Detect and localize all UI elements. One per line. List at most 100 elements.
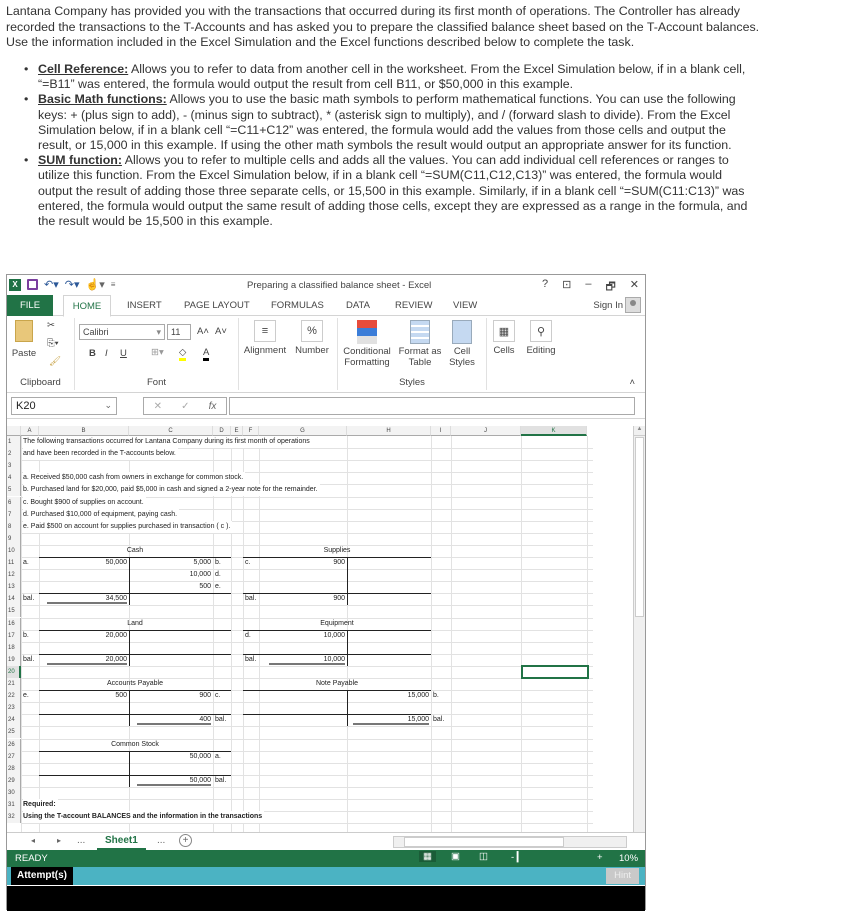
format-as-table-button[interactable]: Format as Table	[398, 320, 442, 368]
bold-button[interactable]: B	[89, 348, 96, 359]
column-header-g[interactable]: G	[259, 426, 347, 436]
row-header-9[interactable]: 9	[7, 532, 21, 545]
paste-button[interactable]: Paste	[11, 320, 37, 359]
cancel-icon[interactable]: ✕	[154, 401, 162, 412]
row-header-20[interactable]: 20	[7, 665, 21, 678]
row-header-14[interactable]: 14	[7, 593, 21, 606]
row-header-17[interactable]: 17	[7, 629, 21, 642]
customize-toolbar-icon[interactable]: ≡	[111, 280, 116, 289]
next-sheet-icon[interactable]: ▸	[57, 836, 61, 845]
alignment-button[interactable]: ≡ Alignment	[241, 320, 289, 356]
formula-input[interactable]	[229, 397, 635, 415]
zoom-level[interactable]: 10%	[619, 853, 638, 864]
selected-cell-k20[interactable]	[521, 664, 589, 679]
fill-color-icon[interactable]: ◇	[179, 347, 187, 361]
tab-review[interactable]: REVIEW	[395, 295, 432, 316]
hint-button[interactable]: Hint	[606, 868, 639, 884]
grow-font-icon[interactable]: A˄	[197, 326, 209, 337]
font-name-dropdown[interactable]: Calibri ▾	[79, 324, 165, 340]
row-header-19[interactable]: 19	[7, 653, 21, 666]
row-header-1[interactable]: 1	[7, 436, 21, 449]
column-header-f[interactable]: F	[243, 426, 259, 436]
normal-view-icon[interactable]: ▦	[419, 851, 436, 862]
tab-file[interactable]: FILE	[7, 295, 53, 316]
borders-icon[interactable]: ⊞▾	[151, 347, 164, 358]
row-header-24[interactable]: 24	[7, 714, 21, 727]
horizontal-scroll-thumb[interactable]	[404, 837, 564, 847]
sign-in[interactable]: Sign In	[593, 297, 641, 313]
row-header-7[interactable]: 7	[7, 508, 21, 521]
column-header-b[interactable]: B	[39, 426, 129, 436]
row-header-29[interactable]: 29	[7, 774, 21, 787]
row-header-2[interactable]: 2	[7, 448, 21, 461]
row-header-30[interactable]: 30	[7, 786, 21, 799]
row-header-15[interactable]: 15	[7, 605, 21, 618]
row-header-22[interactable]: 22	[7, 690, 21, 703]
cells-button[interactable]: ▦ Cells	[489, 320, 519, 356]
row-header-8[interactable]: 8	[7, 520, 21, 533]
row-header-27[interactable]: 27	[7, 750, 21, 763]
worksheet-grid[interactable]: A B C D E F G H I J K 1 2 3 4 5 6 7 8 9 10 11 12 13 14 15 16 17 18 19…	[7, 426, 637, 832]
row-header-21[interactable]: 21	[7, 678, 21, 691]
undo-icon[interactable]: ↶▾	[44, 278, 59, 291]
insert-function-icon[interactable]: fx	[209, 401, 217, 412]
page-layout-view-icon[interactable]: ▣	[451, 851, 460, 862]
horizontal-scrollbar[interactable]	[393, 836, 627, 848]
column-header-j[interactable]: J	[451, 426, 521, 436]
row-header-32[interactable]: 32	[7, 811, 21, 824]
row-header-11[interactable]: 11	[7, 557, 21, 570]
row-header-3[interactable]: 3	[7, 460, 21, 473]
font-size-dropdown[interactable]: 11	[167, 324, 191, 340]
redo-icon[interactable]: ↷▾	[65, 278, 80, 291]
font-color-icon[interactable]: A	[203, 347, 210, 361]
cut-icon[interactable]: ✂	[47, 320, 55, 331]
zoom-slider[interactable]: - ▎	[511, 852, 524, 863]
row-header-12[interactable]: 12	[7, 569, 21, 582]
row-header-10[interactable]: 10	[7, 544, 21, 557]
row-header-26[interactable]: 26	[7, 738, 21, 751]
column-header-a[interactable]: A	[21, 426, 39, 436]
column-header-e[interactable]: E	[231, 426, 243, 436]
editing-button[interactable]: ⚲ Editing	[521, 320, 561, 356]
cell-styles-button[interactable]: Cell Styles	[444, 320, 480, 368]
underline-button[interactable]: U	[120, 348, 127, 359]
row-header-4[interactable]: 4	[7, 472, 21, 485]
tab-page-layout[interactable]: PAGE LAYOUT	[184, 295, 250, 316]
row-header-25[interactable]: 25	[7, 726, 21, 739]
tab-insert[interactable]: INSERT	[127, 295, 162, 316]
name-box[interactable]: K20 ⌄	[11, 397, 117, 415]
scroll-up-icon[interactable]: ▲	[634, 426, 645, 436]
row-header-16[interactable]: 16	[7, 617, 21, 630]
copy-icon[interactable]: ⎘▾	[47, 338, 59, 349]
row-header-6[interactable]: 6	[7, 496, 21, 509]
italic-button[interactable]: I	[105, 348, 108, 359]
column-header-h[interactable]: H	[347, 426, 431, 436]
column-header-d[interactable]: D	[213, 426, 231, 436]
touch-mode-icon[interactable]: ☝▾	[86, 278, 105, 291]
column-header-i[interactable]: I	[431, 426, 451, 436]
page-break-view-icon[interactable]: ◫	[479, 851, 488, 862]
column-header-k[interactable]: K	[521, 426, 587, 436]
format-painter-icon[interactable]: 🖌	[49, 356, 61, 367]
sheet-tab-sheet1[interactable]: Sheet1	[97, 833, 146, 850]
row-header-28[interactable]: 28	[7, 762, 21, 775]
select-all-corner[interactable]	[7, 426, 21, 436]
save-icon[interactable]	[27, 279, 38, 290]
row-header-31[interactable]: 31	[7, 799, 21, 812]
conditional-formatting-button[interactable]: Conditional Formatting	[340, 320, 394, 368]
add-sheet-icon[interactable]: +	[179, 834, 192, 847]
row-header-5[interactable]: 5	[7, 484, 21, 497]
prev-sheet-icon[interactable]: ◂	[31, 836, 35, 845]
zoom-in-icon[interactable]: +	[597, 852, 603, 863]
row-header-23[interactable]: 23	[7, 702, 21, 715]
scroll-thumb[interactable]	[635, 437, 644, 617]
tab-formulas[interactable]: FORMULAS	[271, 295, 324, 316]
more-sheets-left[interactable]: ...	[77, 835, 85, 846]
tab-view[interactable]: VIEW	[453, 295, 477, 316]
tab-home[interactable]: HOME	[63, 295, 111, 317]
collapse-ribbon-icon[interactable]: ˄	[629, 377, 635, 388]
shrink-font-icon[interactable]: A˅	[215, 326, 227, 337]
more-sheets-right[interactable]: ...	[157, 835, 165, 846]
tab-data[interactable]: DATA	[346, 295, 370, 316]
column-header-c[interactable]: C	[129, 426, 213, 436]
